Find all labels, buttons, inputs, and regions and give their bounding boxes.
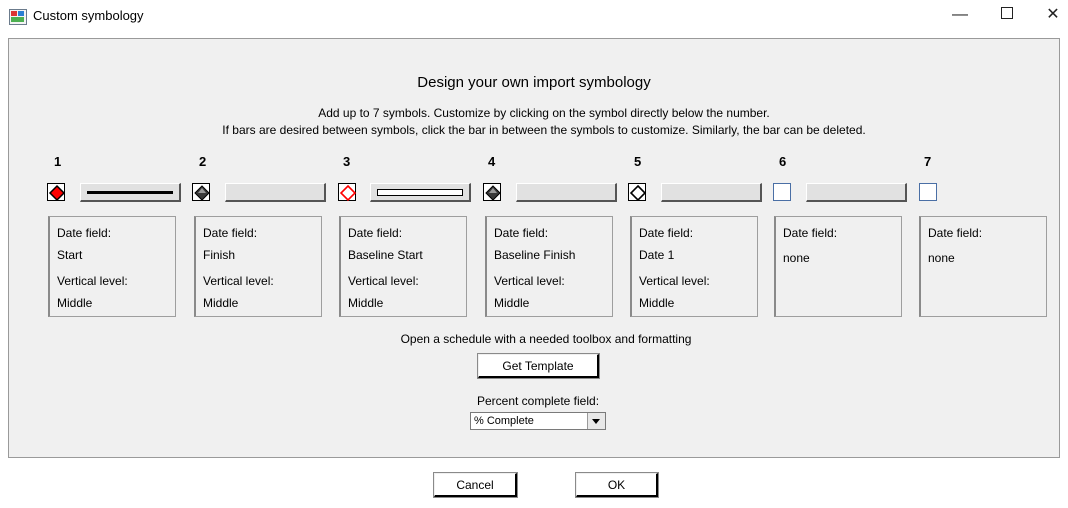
symbol-card-5[interactable]: Date field: Date 1 Vertical level: Middl… (630, 216, 758, 317)
symbol-number-3: 3 (343, 154, 351, 169)
thick-line-bar-icon (87, 191, 173, 194)
vertical-level-label: Vertical level: (57, 274, 128, 288)
symbol-button-3[interactable] (338, 183, 357, 202)
date-field-value: Finish (203, 248, 236, 262)
dropdown-arrow-button[interactable] (587, 413, 605, 429)
custom-symbology-app-icon (9, 9, 27, 25)
cancel-button[interactable]: Cancel (433, 472, 518, 498)
symbol-button-6[interactable] (773, 183, 791, 201)
date-field-label: Date field: (639, 226, 694, 240)
vertical-level-label: Vertical level: (494, 274, 565, 288)
vertical-level-value: Middle (639, 296, 675, 310)
symbol-number-4: 4 (488, 154, 496, 169)
instruction-line-2: If bars are desired between symbols, cli… (222, 123, 866, 137)
page-heading: Design your own import symbology (417, 74, 651, 91)
symbol-card-7[interactable]: Date field: none (919, 216, 1047, 317)
ok-button[interactable]: OK (575, 472, 659, 498)
date-field-value: Baseline Finish (494, 248, 576, 262)
bar-button-2-3[interactable] (225, 183, 326, 202)
diamond-dark-3d-icon (194, 185, 210, 201)
window-title: Custom symbology (33, 8, 144, 23)
symbol-card-2[interactable]: Date field: Finish Vertical level: Middl… (194, 216, 322, 317)
bar-button-3-4[interactable] (370, 183, 471, 202)
symbol-number-1: 1 (54, 154, 62, 169)
percent-complete-selected-value: % Complete (474, 415, 534, 427)
bar-button-6-7[interactable] (806, 183, 907, 202)
diamond-black-outline-icon (629, 184, 647, 202)
symbol-button-7[interactable] (919, 183, 937, 201)
symbol-card-1[interactable]: Date field: Start Vertical level: Middle (48, 216, 176, 317)
symbol-card-6[interactable]: Date field: none (774, 216, 902, 317)
diamond-dark-3d-icon (485, 185, 501, 201)
close-button[interactable]: ✕ (1030, 0, 1068, 32)
hollow-bar-icon (377, 189, 463, 196)
date-field-label: Date field: (203, 226, 258, 240)
vertical-level-label: Vertical level: (203, 274, 274, 288)
diamond-red-outline-icon (339, 184, 357, 202)
percent-complete-label: Percent complete field: (476, 394, 600, 408)
symbol-number-2: 2 (199, 154, 207, 169)
symbol-number-7: 7 (924, 154, 932, 169)
date-field-label: Date field: (783, 226, 838, 240)
date-field-label: Date field: (57, 226, 112, 240)
date-field-value: none (783, 251, 810, 265)
vertical-level-value: Middle (494, 296, 530, 310)
symbol-number-5: 5 (634, 154, 642, 169)
vertical-level-label: Vertical level: (348, 274, 419, 288)
symbol-button-1[interactable] (47, 183, 66, 202)
chevron-down-icon (592, 419, 600, 424)
symbol-button-4[interactable] (483, 183, 501, 201)
minimize-button[interactable]: — (937, 0, 983, 32)
diamond-red-filled-icon (48, 184, 66, 202)
bar-button-4-5[interactable] (516, 183, 617, 202)
date-field-label: Date field: (494, 226, 549, 240)
instruction-line-1: Add up to 7 symbols. Customize by clicki… (318, 106, 770, 120)
title-bar: Custom symbology — ✕ (0, 0, 1068, 32)
maximize-icon (1001, 7, 1013, 20)
get-template-button[interactable]: Get Template (477, 353, 600, 379)
date-field-label: Date field: (348, 226, 403, 240)
vertical-level-value: Middle (348, 296, 384, 310)
bar-button-5-6[interactable] (661, 183, 762, 202)
vertical-level-value: Middle (57, 296, 93, 310)
date-field-value: none (928, 251, 955, 265)
bar-button-1-2[interactable] (80, 183, 181, 202)
symbol-card-3[interactable]: Date field: Baseline Start Vertical leve… (339, 216, 467, 317)
template-description: Open a schedule with a needed toolbox an… (400, 332, 692, 346)
date-field-label: Date field: (928, 226, 983, 240)
percent-complete-select[interactable]: % Complete (470, 412, 606, 430)
symbol-button-5[interactable] (628, 183, 647, 202)
date-field-value: Start (57, 248, 83, 262)
vertical-level-value: Middle (203, 296, 239, 310)
symbol-button-2[interactable] (192, 183, 210, 201)
date-field-value: Date 1 (639, 248, 675, 262)
symbol-card-4[interactable]: Date field: Baseline Finish Vertical lev… (485, 216, 613, 317)
date-field-value: Baseline Start (348, 248, 423, 262)
maximize-button[interactable] (984, 0, 1030, 32)
symbol-number-6: 6 (779, 154, 787, 169)
vertical-level-label: Vertical level: (639, 274, 710, 288)
